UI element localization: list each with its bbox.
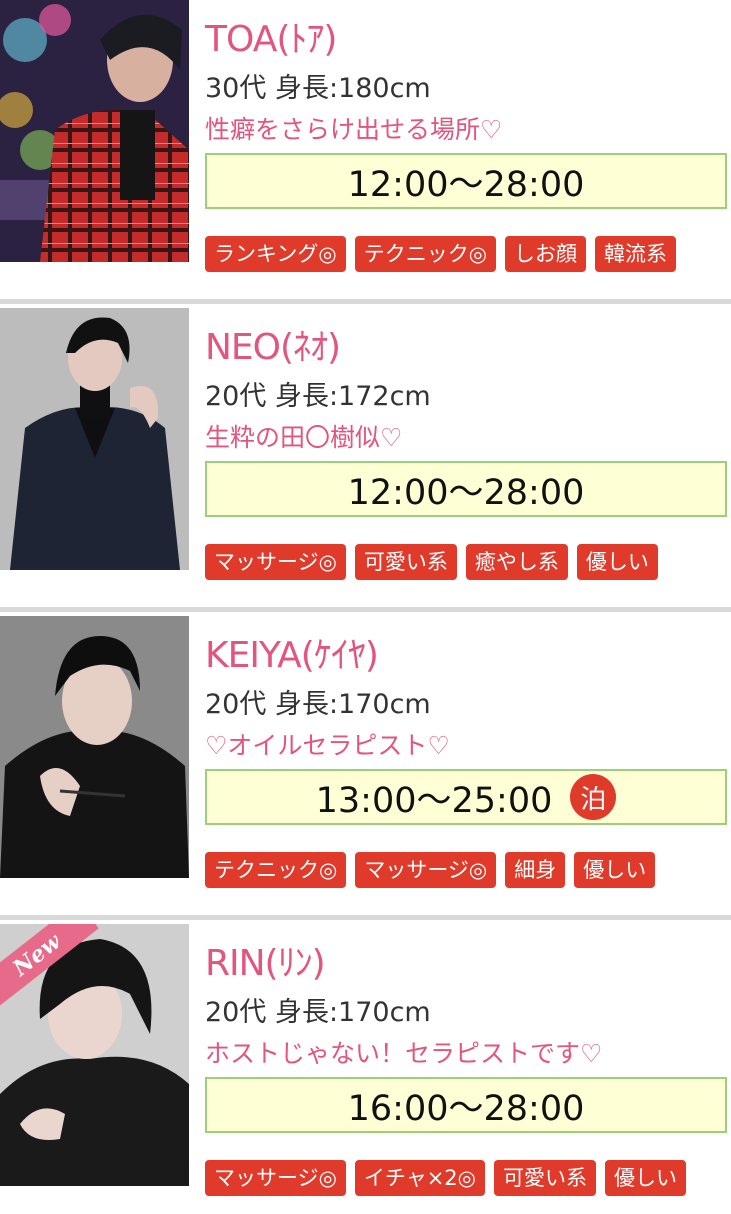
therapist-age-height: 30代 身長:180cm xyxy=(205,73,431,104)
therapist-age-height: 20代 身長:170cm xyxy=(205,997,431,1028)
tag: 癒やし系 xyxy=(465,544,568,580)
therapist-photo[interactable]: New xyxy=(0,924,189,1186)
tag-list: ランキング◎ テクニック◎ しお顔 韓流系 xyxy=(205,236,677,272)
tag-list: マッサージ◎ 可愛い系 癒やし系 優しい xyxy=(205,544,658,580)
tag: テクニック◎ xyxy=(354,236,497,272)
tag-list: テクニック◎ マッサージ◎ 細身 優しい xyxy=(205,852,656,888)
tag-list: マッサージ◎ イチャ×2◎ 可愛い系 優しい xyxy=(205,1160,686,1196)
therapist-photo[interactable] xyxy=(0,616,189,878)
therapist-catchphrase: 生粋の田〇樹似♡ xyxy=(205,423,403,452)
schedule-time: 16:00〜28:00 xyxy=(347,1088,585,1129)
card-divider xyxy=(0,299,731,304)
tag: 韓流系 xyxy=(595,236,677,272)
tag: 可愛い系 xyxy=(354,544,457,580)
tag: 優しい xyxy=(574,852,656,888)
tag: 優しい xyxy=(604,1160,686,1196)
schedule-time-box: 13:00〜25:00 泊 xyxy=(205,769,727,825)
schedule-time-box: 12:00〜28:00 xyxy=(205,461,727,517)
therapist-photo[interactable] xyxy=(0,308,189,570)
therapist-card-rin[interactable]: New RIN(ﾘﾝ) 20代 身長:170cm ホストじゃない！セラピストです… xyxy=(0,924,731,1214)
therapist-name[interactable]: RIN(ﾘﾝ) xyxy=(205,934,326,986)
card-divider xyxy=(0,915,731,920)
therapist-name[interactable]: NEO(ﾈｵ) xyxy=(205,318,341,370)
tag: 可愛い系 xyxy=(493,1160,596,1196)
therapist-card-toa[interactable]: TOA(ﾄｱ) 30代 身長:180cm 性癖をさらけ出せる場所♡ 12:00〜… xyxy=(0,0,731,290)
tag: 細身 xyxy=(505,852,566,888)
schedule-time: 12:00〜28:00 xyxy=(347,472,585,513)
therapist-age-height: 20代 身長:170cm xyxy=(205,689,431,720)
therapist-card-neo[interactable]: NEO(ﾈｵ) 20代 身長:172cm 生粋の田〇樹似♡ 12:00〜28:0… xyxy=(0,308,731,598)
therapist-catchphrase: ホストじゃない！セラピストです♡ xyxy=(205,1039,603,1068)
tag: イチャ×2◎ xyxy=(354,1160,485,1196)
overnight-badge: 泊 xyxy=(570,774,617,820)
therapist-catchphrase: ♡オイルセラピスト♡ xyxy=(205,731,450,760)
tag: マッサージ◎ xyxy=(205,544,346,580)
schedule-time-box: 12:00〜28:00 xyxy=(205,153,727,209)
schedule-time-box: 16:00〜28:00 xyxy=(205,1077,727,1133)
tag: テクニック◎ xyxy=(205,852,347,888)
tag: マッサージ◎ xyxy=(355,852,497,888)
tag: マッサージ◎ xyxy=(205,1160,346,1196)
card-divider xyxy=(0,607,731,612)
therapist-photo[interactable] xyxy=(0,0,189,262)
therapist-name[interactable]: TOA(ﾄｱ) xyxy=(205,10,337,62)
therapist-name[interactable]: KEIYA(ｹｲﾔ) xyxy=(205,626,379,678)
schedule-time: 13:00〜25:00 xyxy=(315,780,553,821)
schedule-time: 12:00〜28:00 xyxy=(347,164,585,205)
therapist-card-keiya[interactable]: KEIYA(ｹｲﾔ) 20代 身長:170cm ♡オイルセラピスト♡ 13:00… xyxy=(0,616,731,906)
tag: しお顔 xyxy=(505,236,587,272)
therapist-age-height: 20代 身長:172cm xyxy=(205,381,431,412)
therapist-catchphrase: 性癖をさらけ出せる場所♡ xyxy=(205,115,503,144)
tag: 優しい xyxy=(576,544,658,580)
tag: ランキング◎ xyxy=(205,236,346,272)
